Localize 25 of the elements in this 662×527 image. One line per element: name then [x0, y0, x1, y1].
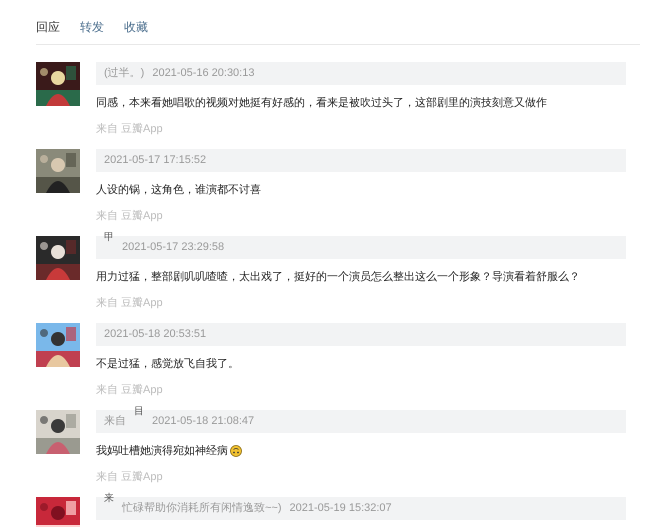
tab[interactable]: 回应: [36, 18, 60, 36]
comment-text: 用力过猛，整部剧叽叽喳喳，太出戏了，挺好的一个演员怎么整出这么一个形象？导演看着舒服么？: [96, 270, 580, 285]
source-label: 来自 豆瓣App: [96, 470, 164, 484]
timestamp: 2021-05-18 20:53:51: [104, 327, 206, 342]
comment-text: 同感，本来看她唱歌的视频对她挺有好感的，看来是被吹过头了，这部剧里的演技刻意又做作: [96, 96, 547, 111]
tab[interactable]: 转发: [80, 18, 104, 36]
timestamp: 2021-05-17 23:29:58: [122, 240, 224, 256]
user-name: 忙碌帮助你消耗所有闲情逸致~~): [122, 501, 282, 516]
source-label: 来自 豆瓣App: [96, 296, 164, 310]
timestamp: 2021-05-17 17:15:52: [104, 153, 206, 168]
user-name: 目: [134, 406, 144, 418]
source-label: 来自 豆瓣App: [96, 382, 164, 398]
user-name: 来: [104, 493, 114, 505]
comment-text: 我妈吐槽她演得宛如神经病: [96, 444, 228, 459]
user-name: 甲: [104, 232, 114, 244]
source-label: 来自 豆瓣App: [96, 122, 164, 136]
tab[interactable]: 收藏: [124, 18, 148, 36]
timestamp: 2021-05-18 21:08:47: [152, 414, 254, 430]
source-label: 来自 豆瓣App: [96, 208, 164, 224]
comment-text: 人设的锅，这角色，谁演都不讨喜: [96, 182, 261, 198]
timestamp: 2021-05-16 20:30:13: [152, 66, 254, 82]
comment-text: 不是过猛，感觉放飞自我了。: [96, 357, 239, 372]
user-name: (过半。): [104, 66, 144, 82]
user-name: 来自: [104, 414, 126, 430]
timestamp: 2021-05-19 15:32:07: [290, 501, 392, 516]
